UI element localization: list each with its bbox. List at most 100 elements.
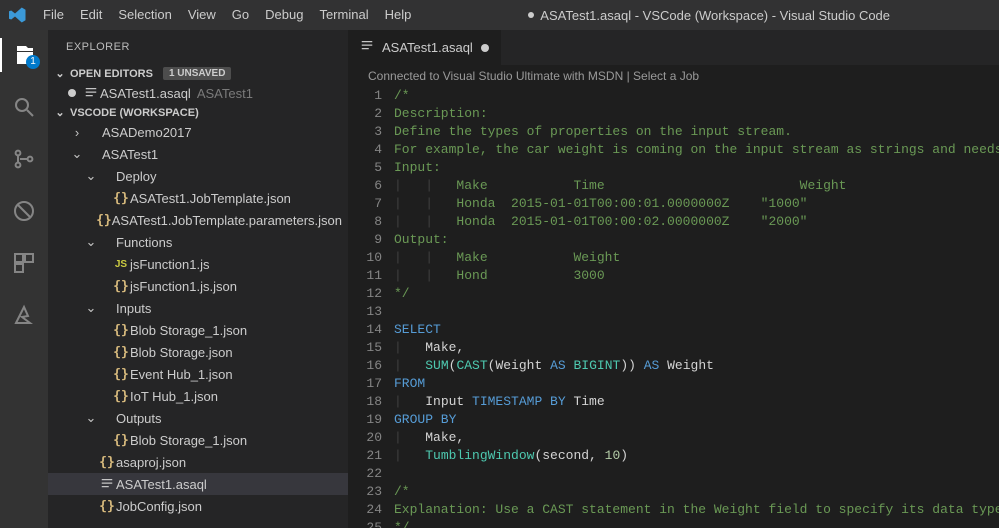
code-line[interactable]: */ bbox=[394, 519, 999, 528]
tree-item-label: ASATest1.JobTemplate.parameters.json bbox=[112, 213, 342, 228]
code-line[interactable]: */ bbox=[394, 285, 999, 303]
json-braces-icon: {} bbox=[98, 455, 116, 470]
code-line[interactable]: SELECT bbox=[394, 321, 999, 339]
tree-item-label: Functions bbox=[116, 235, 172, 250]
tree-item[interactable]: ⌄Deploy bbox=[48, 165, 348, 187]
activity-explorer-icon[interactable]: 1 bbox=[0, 38, 48, 72]
code-line[interactable]: | | Honda 2015-01-01T00:00:02.0000000Z "… bbox=[394, 213, 999, 231]
tab-asatest1[interactable]: ASATest1.asaql bbox=[348, 30, 502, 65]
tree-item[interactable]: {}asaproj.json bbox=[48, 451, 348, 473]
menu-view[interactable]: View bbox=[180, 0, 224, 30]
window-title: ASATest1.asaql - VSCode (Workspace) - Vi… bbox=[419, 8, 999, 23]
tree-item[interactable]: ⌄ ASATest1 bbox=[48, 143, 348, 165]
activity-scm-icon[interactable] bbox=[0, 142, 48, 176]
code-line[interactable]: /* bbox=[394, 483, 999, 501]
activity-search-icon[interactable] bbox=[0, 90, 48, 124]
activity-debug-icon[interactable] bbox=[0, 194, 48, 228]
code-editor[interactable]: 1234567891011121314151617181920212223242… bbox=[348, 87, 999, 528]
code-line[interactable]: | | Make Time Weight bbox=[394, 177, 999, 195]
vscode-logo-icon bbox=[0, 6, 35, 24]
tree-item-label: Blob Storage_1.json bbox=[130, 323, 247, 338]
tree-item[interactable]: ⌄Outputs bbox=[48, 407, 348, 429]
json-braces-icon: {} bbox=[112, 279, 130, 294]
tree-item[interactable]: {}Blob Storage_1.json bbox=[48, 319, 348, 341]
activity-azure-icon[interactable] bbox=[0, 298, 48, 332]
code-content[interactable]: /*Description:Define the types of proper… bbox=[394, 87, 999, 528]
open-editor-item[interactable]: ASATest1.asaqlASATest1 bbox=[48, 82, 348, 104]
tree-item[interactable]: {}JobConfig.json bbox=[48, 495, 348, 517]
code-line[interactable] bbox=[394, 465, 999, 483]
code-line[interactable]: | SUM(CAST(Weight AS BIGINT)) AS Weight bbox=[394, 357, 999, 375]
json-braces-icon: {} bbox=[112, 345, 130, 360]
line-number: 12 bbox=[348, 285, 382, 303]
line-number: 4 bbox=[348, 141, 382, 159]
line-number: 25 bbox=[348, 519, 382, 528]
code-line[interactable]: | Input TIMESTAMP BY Time bbox=[394, 393, 999, 411]
dirty-indicator-icon bbox=[528, 12, 534, 18]
workspace-header[interactable]: ⌄ VSCODE (WORKSPACE) bbox=[48, 104, 348, 121]
tree-item[interactable]: ›ASADemo2017 bbox=[48, 121, 348, 143]
menu-debug[interactable]: Debug bbox=[257, 0, 311, 30]
code-line[interactable]: | Make, bbox=[394, 429, 999, 447]
line-number: 5 bbox=[348, 159, 382, 177]
open-editors-header[interactable]: ⌄ OPEN EDITORS 1 UNSAVED bbox=[48, 65, 348, 82]
line-number: 10 bbox=[348, 249, 382, 267]
line-number: 8 bbox=[348, 213, 382, 231]
tree-item[interactable]: JSjsFunction1.js bbox=[48, 253, 348, 275]
code-line[interactable]: | TumblingWindow(second, 10) bbox=[394, 447, 999, 465]
code-line[interactable]: | Make, bbox=[394, 339, 999, 357]
line-number: 6 bbox=[348, 177, 382, 195]
tree-item[interactable]: ASATest1.asaql bbox=[48, 473, 348, 495]
code-line[interactable]: Output: bbox=[394, 231, 999, 249]
menu-edit[interactable]: Edit bbox=[72, 0, 110, 30]
chevron-down-icon[interactable]: ⌄ bbox=[84, 300, 98, 316]
code-line[interactable]: GROUP BY bbox=[394, 411, 999, 429]
chevron-right-icon[interactable]: › bbox=[70, 125, 84, 140]
tree-item[interactable]: {}Event Hub_1.json bbox=[48, 363, 348, 385]
tree-item[interactable]: ⌄ Functions bbox=[48, 231, 348, 253]
menu-help[interactable]: Help bbox=[377, 0, 420, 30]
editor-breadcrumb[interactable]: Connected to Visual Studio Ultimate with… bbox=[348, 65, 999, 87]
code-line[interactable] bbox=[394, 303, 999, 321]
tree-item-label: jsFunction1.js.json bbox=[130, 279, 237, 294]
tree-item[interactable]: {}Blob Storage_1.json bbox=[48, 429, 348, 451]
tree-item[interactable]: {}Blob Storage.json bbox=[48, 341, 348, 363]
workspace-label: VSCODE (WORKSPACE) bbox=[70, 107, 199, 119]
chevron-down-icon: ⌄ bbox=[54, 67, 66, 80]
code-line[interactable]: Description: bbox=[394, 105, 999, 123]
tree-item-label: ASATest1.JobTemplate.json bbox=[130, 191, 291, 206]
window-title-text: ASATest1.asaql - VSCode (Workspace) - Vi… bbox=[540, 8, 890, 23]
tab-label: ASATest1.asaql bbox=[382, 40, 473, 55]
chevron-down-icon[interactable]: ⌄ bbox=[70, 146, 84, 162]
chevron-down-icon[interactable]: ⌄ bbox=[84, 168, 98, 184]
menu-selection[interactable]: Selection bbox=[110, 0, 179, 30]
tree-item[interactable]: {}jsFunction1.js.json bbox=[48, 275, 348, 297]
code-line[interactable]: Input: bbox=[394, 159, 999, 177]
activity-extensions-icon[interactable] bbox=[0, 246, 48, 280]
tree-item[interactable]: ⌄Inputs bbox=[48, 297, 348, 319]
line-number: 9 bbox=[348, 231, 382, 249]
tree-item-label: ASATest1.asaql bbox=[116, 477, 207, 492]
editor-tabs: ASATest1.asaql bbox=[348, 30, 999, 65]
code-line[interactable]: For example, the car weight is coming on… bbox=[394, 141, 999, 159]
code-line[interactable]: | | Make Weight bbox=[394, 249, 999, 267]
menu-file[interactable]: File bbox=[35, 0, 72, 30]
line-number: 20 bbox=[348, 429, 382, 447]
line-number: 17 bbox=[348, 375, 382, 393]
json-braces-icon: {} bbox=[112, 389, 130, 404]
file-icon bbox=[360, 39, 374, 56]
tree-item-label: ASATest1 bbox=[102, 147, 158, 162]
code-line[interactable]: | | Hond 3000 bbox=[394, 267, 999, 285]
code-line[interactable]: FROM bbox=[394, 375, 999, 393]
code-line[interactable]: Explanation: Use a CAST statement in the… bbox=[394, 501, 999, 519]
tree-item[interactable]: {}IoT Hub_1.json bbox=[48, 385, 348, 407]
menu-go[interactable]: Go bbox=[224, 0, 257, 30]
menu-terminal[interactable]: Terminal bbox=[311, 0, 376, 30]
tree-item[interactable]: {}ASATest1.JobTemplate.parameters.json bbox=[48, 209, 348, 231]
tree-item[interactable]: {}ASATest1.JobTemplate.json bbox=[48, 187, 348, 209]
code-line[interactable]: /* bbox=[394, 87, 999, 105]
chevron-down-icon[interactable]: ⌄ bbox=[84, 234, 98, 250]
code-line[interactable]: | | Honda 2015-01-01T00:00:01.0000000Z "… bbox=[394, 195, 999, 213]
chevron-down-icon[interactable]: ⌄ bbox=[84, 410, 98, 426]
code-line[interactable]: Define the types of properties on the in… bbox=[394, 123, 999, 141]
